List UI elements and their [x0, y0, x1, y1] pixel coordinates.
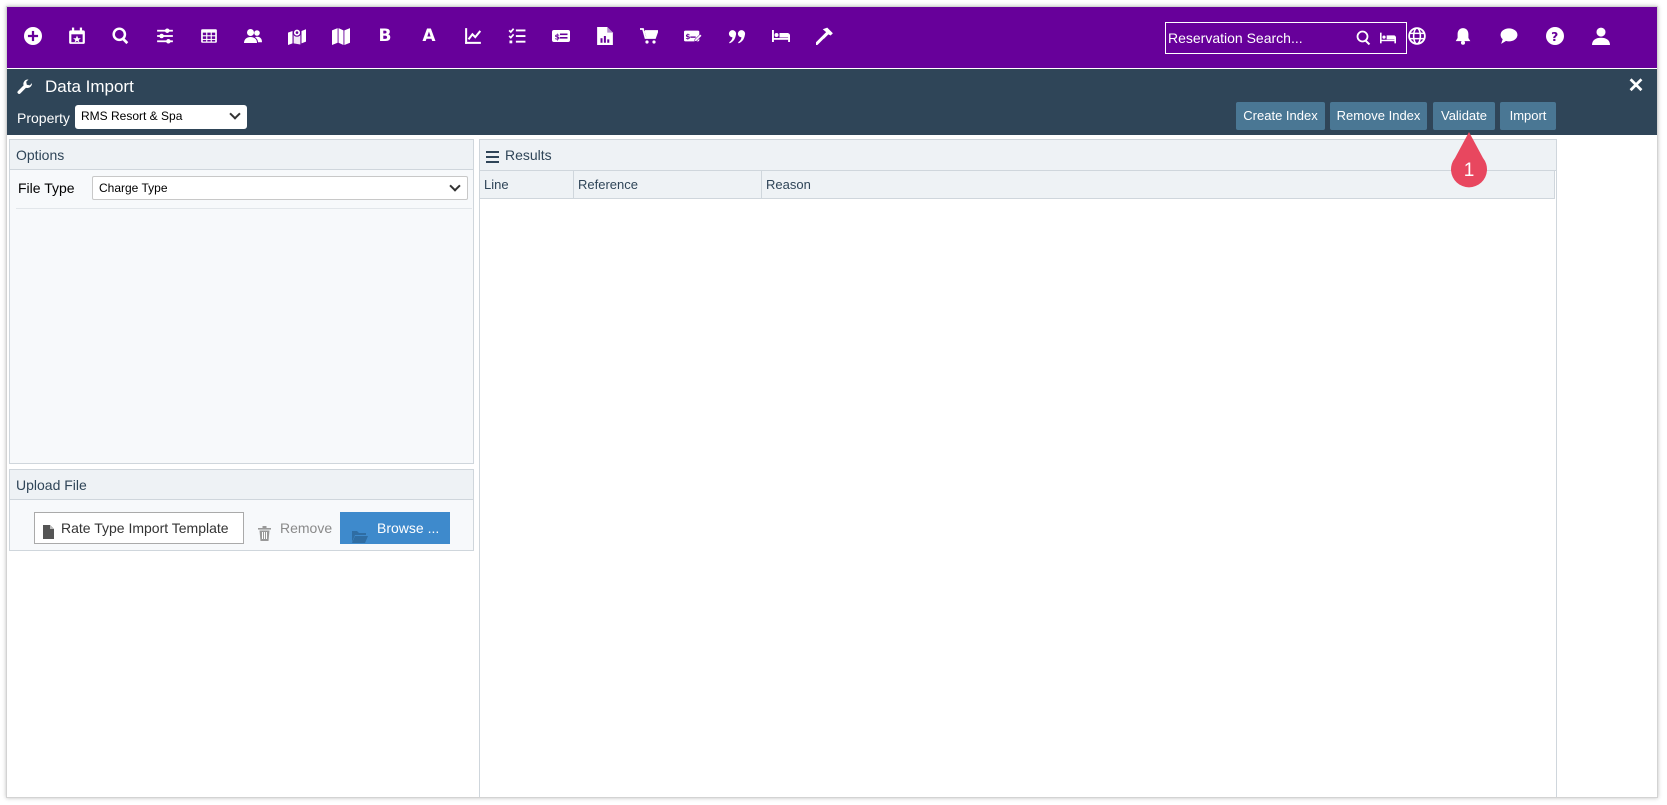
- column-header-reason[interactable]: Reason: [762, 171, 1555, 199]
- results-panel: Results Line Reference Reason: [479, 139, 1557, 797]
- chat-icon[interactable]: [1494, 21, 1524, 51]
- letter-a-icon[interactable]: A: [414, 21, 444, 51]
- reservation-search-box: [1165, 22, 1407, 54]
- bed-icon[interactable]: [766, 21, 796, 51]
- reservation-search-input[interactable]: [1168, 27, 1348, 49]
- grid-icon[interactable]: [194, 21, 224, 51]
- remove-file-label: Remove: [280, 520, 333, 536]
- folder-open-icon: [352, 522, 368, 543]
- bell-icon[interactable]: [1448, 21, 1478, 51]
- add-icon[interactable]: [18, 21, 48, 51]
- property-label: Property: [17, 110, 70, 126]
- upload-file-panel-title: Upload File: [10, 470, 473, 500]
- column-header-line[interactable]: Line: [480, 171, 574, 199]
- id-card-icon[interactable]: $: [546, 21, 576, 51]
- options-panel: Options File Type Charge Type: [9, 139, 474, 464]
- selected-file-name: Rate Type Import Template: [34, 512, 244, 544]
- globe-icon[interactable]: [1402, 21, 1432, 51]
- hammer-icon[interactable]: [810, 21, 840, 51]
- remove-file-button[interactable]: Remove: [246, 512, 342, 544]
- app-window: B A $ $ Reservation Search... ? Data Imp…: [6, 6, 1658, 798]
- svg-text:$: $: [685, 32, 690, 41]
- help-icon[interactable]: ?: [1540, 21, 1570, 51]
- cart-icon[interactable]: [634, 21, 664, 51]
- upload-file-panel: Upload File Rate Type Import Template Re…: [9, 469, 474, 551]
- results-title-text: Results: [505, 147, 552, 163]
- top-nav-bar: B A $ $ Reservation Search... ?: [7, 7, 1657, 68]
- browse-label: Browse ...: [377, 520, 440, 536]
- column-header-reference[interactable]: Reference: [574, 171, 762, 199]
- map-icon[interactable]: [326, 21, 356, 51]
- close-icon[interactable]: ✕: [1625, 75, 1647, 97]
- browse-button[interactable]: Browse ...: [340, 512, 450, 544]
- callout-number: 1: [1463, 160, 1475, 181]
- file-name-text: Rate Type Import Template: [61, 520, 229, 536]
- map-pin-icon[interactable]: [282, 21, 312, 51]
- chevron-down-icon: [227, 107, 243, 123]
- file-type-select-value: Charge Type: [99, 181, 168, 195]
- bed-icon[interactable]: [1380, 30, 1398, 48]
- property-select[interactable]: RMS Resort & Spa: [75, 105, 247, 129]
- create-index-button[interactable]: Create Index: [1236, 102, 1325, 130]
- remove-index-button[interactable]: Remove Index: [1330, 102, 1427, 130]
- svg-text:$: $: [555, 33, 561, 42]
- money-check-icon[interactable]: $: [678, 21, 708, 51]
- svg-text:?: ?: [1551, 30, 1558, 44]
- calendar-icon[interactable]: [62, 21, 92, 51]
- chevron-down-icon: [447, 179, 463, 195]
- step-callout-marker: 1: [1449, 132, 1489, 194]
- search-icon[interactable]: [1356, 30, 1374, 48]
- page-title: Data Import: [45, 77, 134, 96]
- validate-button[interactable]: Validate: [1433, 102, 1495, 130]
- file-type-select[interactable]: Charge Type: [92, 176, 468, 200]
- bold-b-icon[interactable]: B: [370, 21, 400, 51]
- checklist-icon[interactable]: [502, 21, 532, 51]
- users-icon[interactable]: [238, 21, 268, 51]
- hamburger-icon[interactable]: [486, 151, 499, 163]
- search-icon[interactable]: [106, 21, 136, 51]
- chart-line-icon[interactable]: [458, 21, 488, 51]
- import-button[interactable]: Import: [1500, 102, 1556, 130]
- quote-icon[interactable]: [722, 21, 752, 51]
- module-header: Data Import ✕ Property RMS Resort & Spa …: [7, 69, 1657, 135]
- options-panel-title: Options: [10, 140, 473, 170]
- wrench-icon: [17, 79, 35, 97]
- property-select-value: RMS Resort & Spa: [81, 109, 183, 123]
- divider: [16, 208, 472, 209]
- file-type-label: File Type: [18, 180, 75, 196]
- file-icon: [43, 519, 55, 539]
- trash-icon: [258, 520, 272, 541]
- results-panel-title: Results: [480, 140, 1556, 171]
- user-icon[interactable]: [1586, 21, 1616, 51]
- sliders-icon[interactable]: [150, 21, 180, 51]
- report-icon[interactable]: [590, 21, 620, 51]
